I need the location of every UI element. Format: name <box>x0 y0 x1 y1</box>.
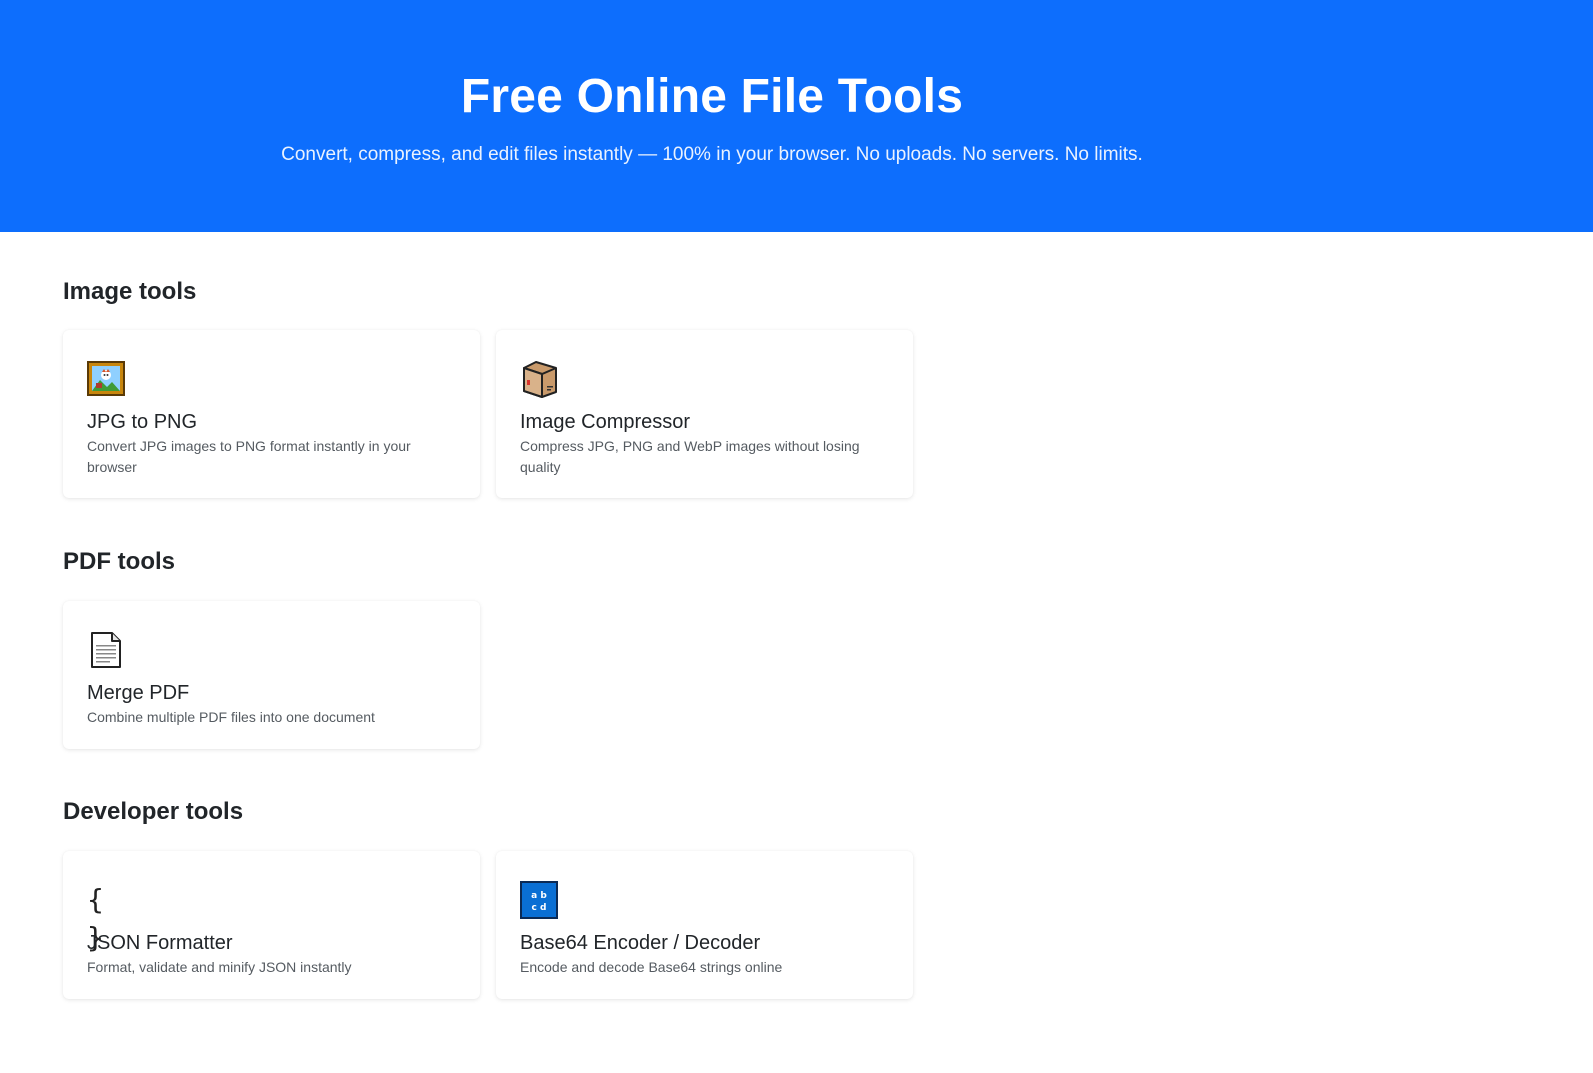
page-title: Free Online File Tools <box>460 70 964 123</box>
tool-card-merge-pdf[interactable]: Merge PDF Combine multiple PDF files int… <box>63 601 480 749</box>
abcd-icon-bottom: c d <box>532 903 547 913</box>
abcd-icon: a b c d <box>520 881 558 919</box>
tool-card-json-formatter[interactable]: { } JSON Formatter Format, validate and … <box>63 851 480 999</box>
page-subtitle: Convert, compress, and edit files instan… <box>281 144 1143 165</box>
framed-picture-icon <box>87 361 125 396</box>
tool-card-title: Base64 Encoder / Decoder <box>520 932 761 954</box>
tool-card-title: JSON Formatter <box>87 932 233 954</box>
hero-banner: Free Online File Tools Convert, compress… <box>0 0 1593 232</box>
tool-card-title: JPG to PNG <box>87 411 198 433</box>
tool-card-image-compressor[interactable]: Image Compressor Compress JPG, PNG and W… <box>496 330 913 498</box>
tool-card-description: Combine multiple PDF files into one docu… <box>87 709 375 725</box>
tool-card-jpg-to-png[interactable]: JPG to PNG Convert JPG images to PNG for… <box>63 330 480 498</box>
abcd-icon-top: a b <box>531 891 547 901</box>
braces-icon: { } <box>87 883 106 954</box>
page-icon <box>91 632 121 668</box>
tool-card-title: Image Compressor <box>520 411 691 433</box>
package-icon <box>523 361 557 398</box>
section-title-pdf-tools: PDF tools <box>63 548 175 575</box>
tool-card-title: Merge PDF <box>87 682 190 704</box>
tool-card-description: Compress JPG, PNG and WebP images withou… <box>520 438 860 475</box>
tool-card-description: Convert JPG images to PNG format instant… <box>87 438 411 475</box>
section-title-developer-tools: Developer tools <box>63 798 244 825</box>
tool-card-description: Format, validate and minify JSON instant… <box>87 959 352 975</box>
tool-card-base64[interactable]: a b c d Base64 Encoder / Decoder Encode … <box>496 851 913 999</box>
tool-card-description: Encode and decode Base64 strings online <box>520 959 783 975</box>
section-title-image-tools: Image tools <box>63 278 197 305</box>
